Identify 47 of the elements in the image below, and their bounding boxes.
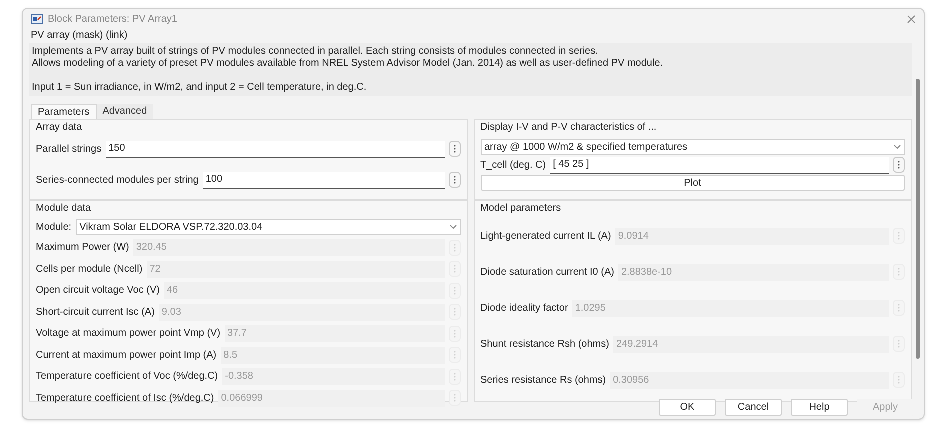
field-label: Short-circuit current Isc (A) bbox=[36, 306, 155, 320]
group-title: Array data bbox=[36, 121, 84, 135]
input-field[interactable]: 150 bbox=[106, 140, 444, 158]
field-label: Parallel strings bbox=[36, 142, 102, 156]
dropdown-value: array @ 1000 W/m2 & specified temperatures bbox=[484, 140, 689, 154]
dropdown-value: Vikram Solar ELDORA VSP.72.320.03.04 bbox=[80, 220, 264, 234]
more-options-icon[interactable] bbox=[893, 157, 905, 173]
block-header: PV array (mask) (link) bbox=[30, 29, 129, 43]
window-title: Block Parameters: PV Array1 bbox=[48, 12, 178, 26]
field-label: Cells per module (Ncell) bbox=[36, 262, 143, 277]
field-label: Diode saturation current I0 (A) bbox=[480, 266, 614, 280]
input-field[interactable]: [ 45 25 ] bbox=[550, 156, 889, 174]
field-label: Current at maximum power point Imp (A) bbox=[36, 348, 217, 363]
group-title: Model parameters bbox=[480, 202, 562, 216]
tab[interactable]: Advanced bbox=[96, 104, 154, 119]
dialog-button[interactable]: OK bbox=[659, 399, 716, 416]
chevron-down-icon bbox=[450, 225, 456, 229]
field-label: Light-generated current IL (A) bbox=[480, 230, 612, 244]
chevron-down-icon bbox=[894, 145, 901, 149]
field-label: Open circuit voltage Voc (V) bbox=[36, 284, 160, 298]
module-dropdown[interactable]: Vikram Solar ELDORA VSP.72.320.03.04 bbox=[76, 219, 460, 235]
more-options-icon[interactable] bbox=[448, 172, 460, 188]
field-label: Diode ideality factor bbox=[480, 302, 568, 316]
scrollbar[interactable] bbox=[916, 79, 920, 359]
description-text: Implements a PV array built of strings of PV modules connected in parallel. Each string consists of modules connected in series. bbox=[32, 46, 600, 58]
display-dropdown[interactable]: array @ 1000 W/m2 & specified temperatures bbox=[480, 139, 905, 155]
group-title: Display I-V and P-V characteristics of ... bbox=[480, 121, 658, 135]
input-field[interactable]: 100 bbox=[202, 172, 444, 188]
field-label: Module: bbox=[36, 220, 72, 234]
dialog-button[interactable]: Help bbox=[791, 399, 848, 416]
plot-button[interactable]: Plot bbox=[480, 175, 905, 191]
field-label: Voltage at maximum power point Vmp (V) bbox=[36, 327, 221, 342]
field-label: Series-connected modules per string bbox=[36, 174, 199, 188]
description-text: Allows modeling of a variety of preset PV modules available from NREL System Advisor Model (Jan. 2014) as well as user-defined PV module. bbox=[32, 58, 664, 70]
group-title: Module data bbox=[36, 202, 92, 216]
more-options-icon[interactable] bbox=[448, 141, 460, 157]
field-label: Shunt resistance Rsh (ohms) bbox=[480, 338, 610, 352]
field-label: Series resistance Rs (ohms) bbox=[480, 374, 606, 388]
field-label: Temperature coefficient of Isc (%/deg.C) bbox=[36, 392, 214, 406]
close-icon[interactable] bbox=[907, 14, 916, 24]
description-text: Input 1 = Sun irradiance, in W/m2, and input 2 = Cell temperature, in deg.C. bbox=[32, 82, 368, 94]
field-label: T_cell (deg. C) bbox=[480, 158, 546, 172]
app-icon bbox=[31, 14, 43, 24]
field-label: Maximum Power (W) bbox=[36, 241, 130, 256]
dialog-button[interactable]: Cancel bbox=[725, 399, 782, 416]
tab[interactable]: Parameters bbox=[31, 104, 97, 119]
field-label: Temperature coefficient of Voc (%/deg.C) bbox=[36, 370, 218, 384]
